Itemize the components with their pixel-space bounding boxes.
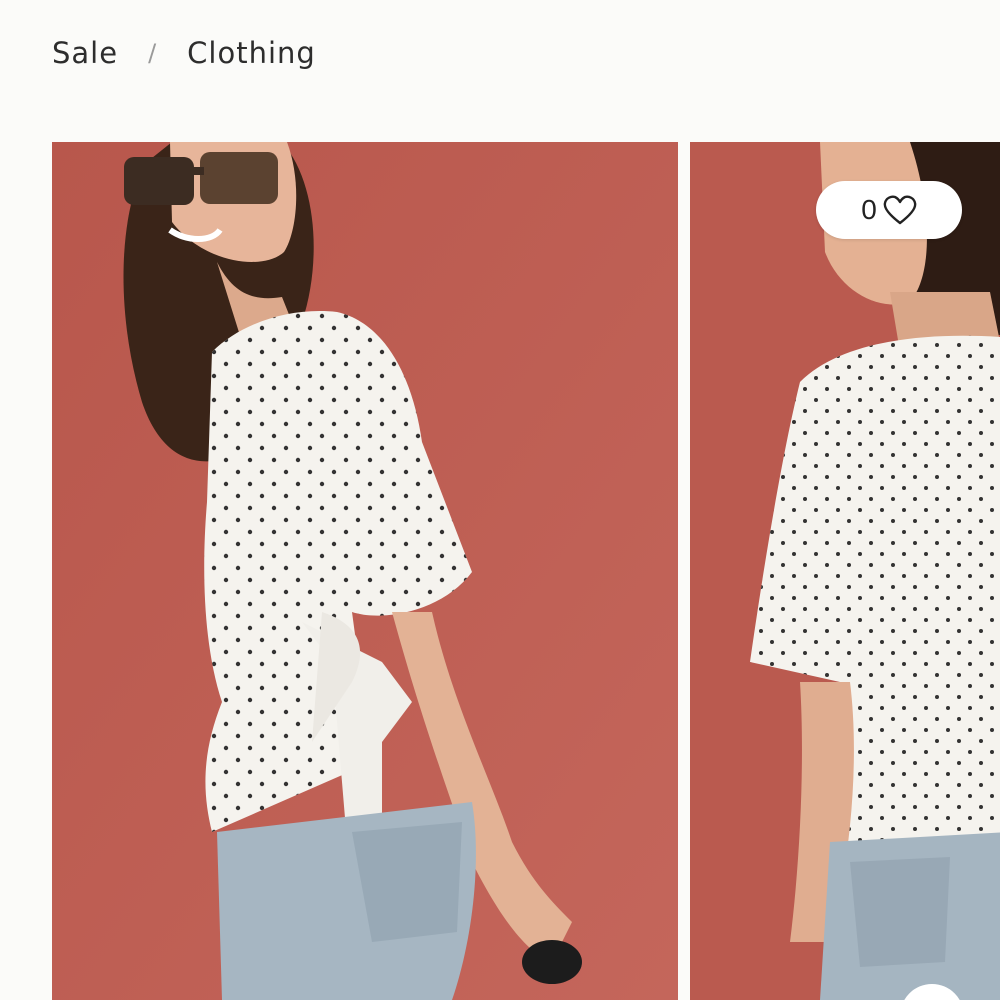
wishlist-button[interactable]: 0 [816,181,962,239]
product-image-gallery[interactable] [52,142,1000,1000]
breadcrumb-clothing-link[interactable]: Clothing [187,36,316,70]
breadcrumb: Sale / Clothing [52,36,316,70]
product-image-1[interactable] [52,142,678,1000]
wishlist-count: 0 [861,194,877,225]
product-page: Sale / Clothing 0 [0,0,1000,1000]
breadcrumb-separator: / [148,39,158,67]
product-photo-back [690,142,1000,1000]
heart-icon [883,195,917,225]
product-photo-side [52,142,678,1000]
product-image-2[interactable] [690,142,1000,1000]
breadcrumb-sale-link[interactable]: Sale [52,36,118,70]
